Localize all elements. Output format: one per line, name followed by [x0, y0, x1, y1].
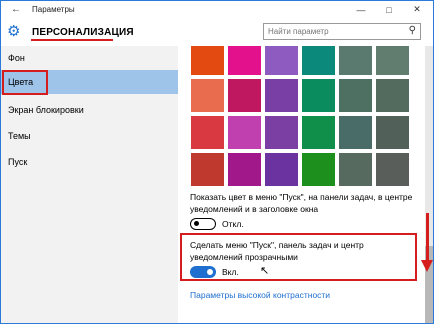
color-swatch[interactable]: [191, 79, 224, 112]
color-swatch[interactable]: [228, 153, 261, 186]
close-button[interactable]: ✕: [403, 1, 431, 18]
color-swatch[interactable]: [376, 79, 409, 112]
minimize-icon: —: [356, 4, 366, 15]
show-color-toggle[interactable]: [190, 218, 216, 230]
sidebar-item-label: Фон: [8, 53, 25, 63]
color-swatch[interactable]: [228, 79, 261, 112]
sidebar-item-background[interactable]: Фон: [1, 46, 178, 70]
window-title: Параметры: [32, 5, 75, 14]
scrollbar[interactable]: [425, 46, 433, 323]
color-swatch[interactable]: [302, 153, 335, 186]
color-swatch[interactable]: [265, 153, 298, 186]
show-color-description: Показать цвет в меню "Пуск", на панели з…: [190, 192, 413, 214]
search-icon[interactable]: ⚲: [409, 25, 416, 36]
color-swatch[interactable]: [302, 116, 335, 149]
sidebar-item-lock-screen[interactable]: Экран блокировки: [1, 98, 178, 122]
toggle-knob: [207, 269, 213, 275]
sidebar-item-label: Пуск: [8, 157, 28, 167]
color-swatch[interactable]: [265, 79, 298, 112]
page-header: ⚙ ПЕРСОНАЛИЗАЦИЯ ⚲: [1, 18, 433, 46]
color-swatch[interactable]: [265, 116, 298, 149]
transparency-toggle-label: Вкл.: [222, 267, 239, 277]
show-color-toggle-label: Откл.: [222, 219, 244, 229]
arrow-down-icon: [421, 260, 433, 272]
search-input[interactable]: [264, 24, 398, 39]
color-swatch[interactable]: [228, 116, 261, 149]
maximize-icon: □: [386, 4, 392, 15]
color-swatch[interactable]: [339, 46, 372, 75]
color-swatch[interactable]: [302, 79, 335, 112]
color-swatch[interactable]: [339, 79, 372, 112]
color-swatch[interactable]: [191, 116, 224, 149]
color-swatch[interactable]: [191, 46, 224, 75]
color-swatch[interactable]: [191, 153, 224, 186]
scroll-down-arrow-annotation: [426, 213, 429, 263]
arrow-left-icon: ←: [11, 4, 21, 15]
title-underline: [31, 39, 113, 41]
minimize-button[interactable]: —: [347, 1, 375, 18]
back-button[interactable]: ←: [1, 1, 31, 18]
sidebar-item-start[interactable]: Пуск: [1, 150, 178, 174]
colors-highlight-frame: [2, 70, 48, 95]
close-icon: ✕: [413, 4, 421, 14]
color-swatch[interactable]: [265, 46, 298, 75]
toggle-knob: [194, 221, 199, 226]
color-swatch[interactable]: [339, 116, 372, 149]
transparency-toggle[interactable]: [190, 266, 216, 278]
sidebar-item-label: Экран блокировки: [8, 105, 84, 115]
color-swatch[interactable]: [376, 153, 409, 186]
color-swatch[interactable]: [339, 153, 372, 186]
page-title: ПЕРСОНАЛИЗАЦИЯ: [32, 27, 134, 38]
transparency-description: Сделать меню "Пуск", панель задач и цент…: [190, 240, 364, 262]
color-swatch[interactable]: [302, 46, 335, 75]
main-content: Показать цвет в меню "Пуск", на панели з…: [178, 46, 433, 323]
title-bar: ← Параметры — □ ✕: [1, 1, 433, 18]
gear-icon: ⚙: [7, 23, 21, 40]
mouse-cursor-icon: ↖: [260, 265, 270, 277]
settings-window: ← Параметры — □ ✕ ⚙ ПЕРСОНАЛИЗАЦИЯ ⚲ Фон…: [0, 0, 434, 324]
sidebar-item-themes[interactable]: Темы: [1, 124, 178, 148]
color-swatch[interactable]: [376, 116, 409, 149]
color-swatch[interactable]: [228, 46, 261, 75]
high-contrast-link[interactable]: Параметры высокой контрастности: [190, 290, 330, 300]
sidebar-item-label: Темы: [8, 131, 31, 141]
maximize-button[interactable]: □: [375, 1, 403, 18]
search-box[interactable]: ⚲: [263, 23, 421, 40]
color-swatch[interactable]: [376, 46, 409, 75]
sidebar: Фон Цвета Экран блокировки Темы Пуск: [1, 46, 178, 323]
